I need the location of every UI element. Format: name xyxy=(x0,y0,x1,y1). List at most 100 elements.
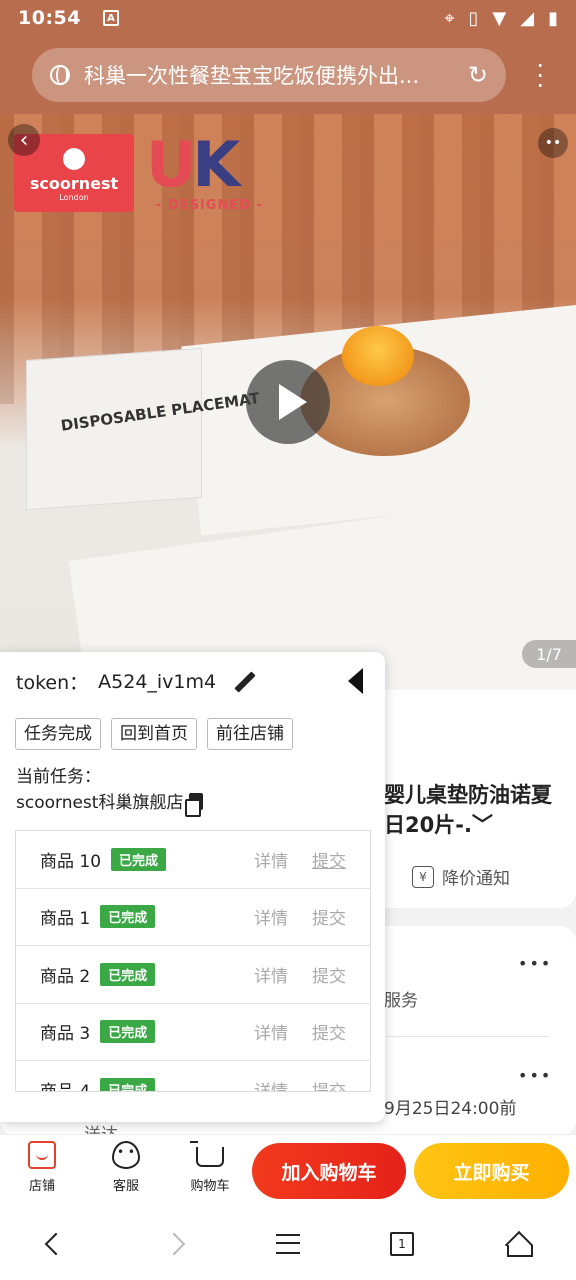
item-name: 商品 1 xyxy=(40,909,91,930)
price-alert-button[interactable]: ¥ 降价通知 xyxy=(412,864,510,889)
browser-menu-icon[interactable]: · · · xyxy=(536,54,544,98)
buy-now-button[interactable]: 立即购买 xyxy=(414,1143,569,1199)
status-badge: 已完成 xyxy=(100,905,156,929)
product-image[interactable]: DISPOSABLE PLACEMAT scoornest London UK … xyxy=(0,114,576,690)
item-name: 商品 3 xyxy=(40,1024,91,1045)
table-row: 商品 1 已完成 详情 提交 xyxy=(16,889,370,946)
task-complete-button[interactable]: 任务完成 xyxy=(15,718,101,750)
add-to-cart-button[interactable]: 加入购物车 xyxy=(252,1143,406,1199)
token-label: token： xyxy=(16,672,89,694)
status-badge: 已完成 xyxy=(111,847,167,871)
table-row: 商品 4 已完成 详情 提交 xyxy=(16,1061,370,1092)
reload-icon[interactable]: ↻ xyxy=(468,61,488,89)
orange-image xyxy=(342,326,414,386)
submit-link[interactable]: 提交 xyxy=(312,904,346,929)
customer-service-button[interactable]: 客服 xyxy=(94,1141,158,1194)
brand-sub: London xyxy=(59,193,89,202)
brand-name: scoornest xyxy=(29,174,119,193)
notification-a-icon: A xyxy=(102,10,119,26)
status-badge: 已完成 xyxy=(100,1020,156,1044)
nav-home-button[interactable] xyxy=(498,1224,538,1264)
status-time: 10:54 xyxy=(18,7,81,29)
status-icons: ⌖ ▯ ▼ ◢ ▮ xyxy=(444,8,558,29)
token-value: A524_iv1m4 xyxy=(98,670,217,693)
divider xyxy=(384,1036,548,1037)
item-name: 商品 2 xyxy=(40,966,91,987)
current-task: 当前任务： scoornest科巢旗舰店 xyxy=(16,764,204,817)
nav-tabs-button[interactable]: 1 xyxy=(382,1224,422,1264)
delivery-date: 9月25日24:00前 xyxy=(384,1099,517,1119)
status-badge: 已完成 xyxy=(100,962,156,986)
back-home-button[interactable]: 回到首页 xyxy=(111,718,197,750)
shop-label: 店铺 xyxy=(28,1179,55,1194)
cart-button[interactable]: 购物车 xyxy=(178,1141,242,1194)
collapse-panel-icon[interactable] xyxy=(348,668,363,694)
panel-buttons: 任务完成 回到首页 前往店铺 xyxy=(15,718,293,750)
nav-forward-button[interactable] xyxy=(154,1224,194,1264)
task-panel: token： A524_iv1m4 任务完成 回到首页 前往店铺 当前任务： s… xyxy=(0,652,385,1122)
submit-link[interactable]: 提交 xyxy=(312,1077,346,1091)
location-icon: ⌖ xyxy=(444,7,455,29)
table-row: 商品 2 已完成 详情 提交 xyxy=(16,946,370,1004)
product-title-text: 婴儿桌垫防油诺夏日20片-. xyxy=(384,783,552,837)
nav-back-button[interactable] xyxy=(36,1224,76,1264)
status-bar: 10:54 A ⌖ ▯ ▼ ◢ ▮ xyxy=(0,0,576,36)
signal-icon: ◢ xyxy=(520,7,535,29)
back-icon[interactable]: ‹ xyxy=(8,124,40,156)
shop-icon xyxy=(28,1141,56,1169)
product-title[interactable]: 婴儿桌垫防油诺夏日20片-.﹀ xyxy=(384,780,564,840)
detail-link[interactable]: 详情 xyxy=(254,1077,288,1091)
current-task-label: 当前任务： xyxy=(16,767,101,787)
uk-sub: - DESIGNED - xyxy=(156,198,263,213)
detail-link[interactable]: 详情 xyxy=(254,847,288,872)
menu-icon xyxy=(276,1234,300,1254)
chat-icon xyxy=(112,1141,140,1169)
more-icon[interactable]: •• xyxy=(538,128,568,158)
uk-logo: UK xyxy=(146,128,240,201)
vibrate-icon: ▯ xyxy=(468,7,479,29)
yen-icon: ¥ xyxy=(412,865,434,888)
service-more-icon[interactable]: ••• xyxy=(518,954,552,973)
chevron-down-icon[interactable]: ﹀ xyxy=(472,813,493,837)
delivery-more-icon[interactable]: ••• xyxy=(518,1066,552,1085)
browser-bar: 科巢一次性餐垫宝宝吃饭便携外出... ↻ · · · xyxy=(0,36,576,114)
item-name: 商品 10 xyxy=(40,851,102,872)
url-bar[interactable]: 科巢一次性餐垫宝宝吃饭便携外出... ↻ xyxy=(32,48,506,102)
image-counter: 1/7 xyxy=(522,640,576,668)
chevron-right-icon xyxy=(162,1232,186,1256)
browser-nav-bar: 1 xyxy=(0,1208,576,1280)
detail-link[interactable]: 详情 xyxy=(254,904,288,929)
item-name: 商品 4 xyxy=(40,1081,91,1092)
detail-link[interactable]: 详情 xyxy=(254,962,288,987)
wifi-icon: ▼ xyxy=(492,7,507,29)
shop-button[interactable]: 店铺 xyxy=(10,1141,74,1194)
service-label: 客服 xyxy=(112,1179,139,1194)
chevron-left-icon xyxy=(44,1232,68,1256)
home-icon xyxy=(505,1233,533,1257)
submit-link[interactable]: 提交 xyxy=(312,847,346,872)
url-title: 科巢一次性餐垫宝宝吃饭便携外出... xyxy=(84,64,420,88)
table-row: 商品 3 已完成 详情 提交 xyxy=(16,1004,370,1061)
token-row: token： A524_iv1m4 xyxy=(16,668,256,695)
cart-icon xyxy=(190,1141,224,1167)
status-badge: 已完成 xyxy=(100,1077,156,1091)
copy-icon[interactable] xyxy=(185,793,204,817)
submit-link[interactable]: 提交 xyxy=(312,962,346,987)
nav-menu-button[interactable] xyxy=(268,1224,308,1264)
detail-link[interactable]: 详情 xyxy=(254,1019,288,1044)
action-bar: 店铺 客服 购物车 加入购物车 立即购买 xyxy=(0,1134,576,1208)
task-shop-name: scoornest科巢旗舰店 xyxy=(16,793,184,813)
bird-logo-icon xyxy=(63,148,85,170)
task-table: 商品 10 已完成 详情 提交 商品 1 已完成 详情 提交 商品 2 已完成 … xyxy=(15,830,371,1092)
service-text: 服务 xyxy=(384,991,418,1011)
product-box-image xyxy=(26,347,202,511)
edit-pencil-icon[interactable] xyxy=(234,671,256,693)
submit-link[interactable]: 提交 xyxy=(312,1019,346,1044)
globe-icon xyxy=(50,65,70,85)
cart-label: 购物车 xyxy=(190,1179,230,1194)
battery-icon: ▮ xyxy=(548,7,558,29)
table-row: 商品 10 已完成 详情 提交 xyxy=(16,831,370,889)
play-video-icon[interactable] xyxy=(246,360,330,444)
go-to-shop-button[interactable]: 前往店铺 xyxy=(207,718,293,750)
price-alert-label: 降价通知 xyxy=(442,869,510,889)
